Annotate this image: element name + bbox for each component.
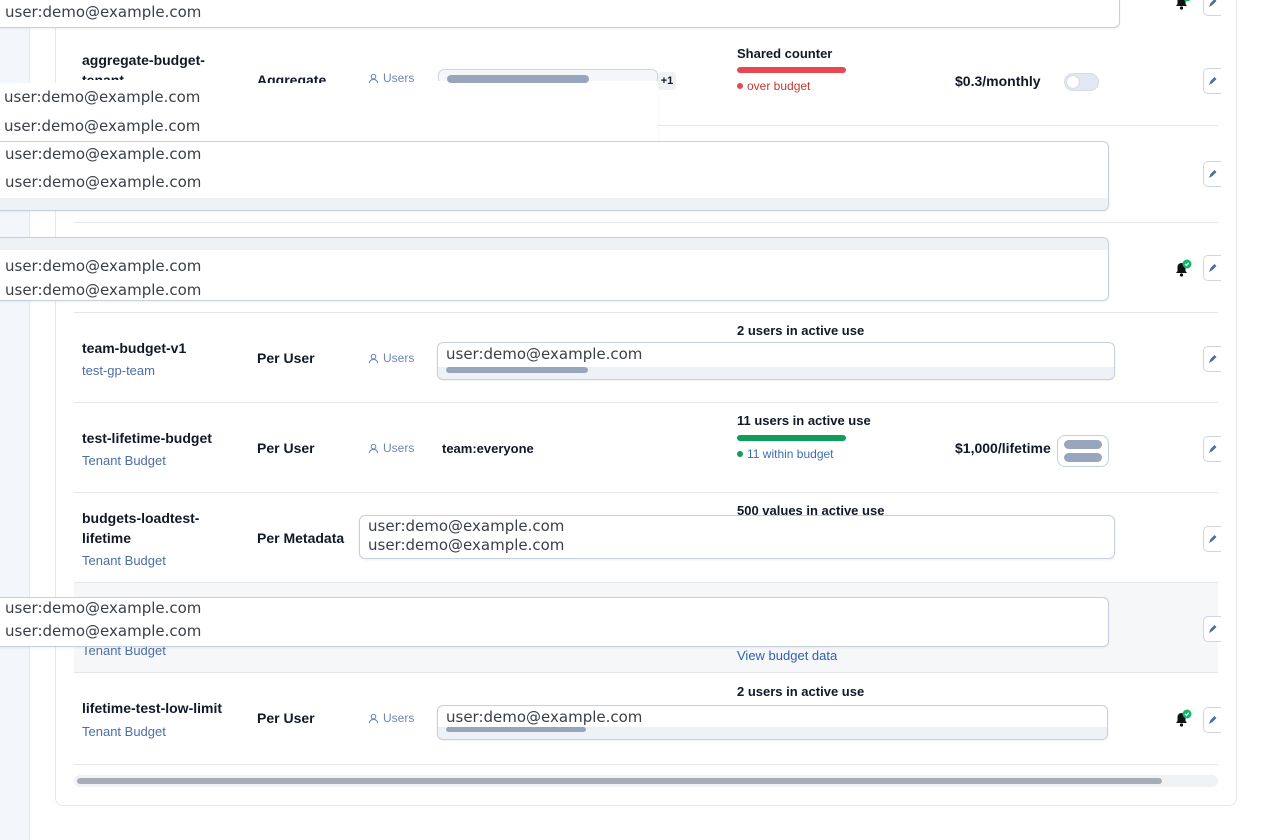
budget-type: Per Metadata: [257, 530, 345, 546]
overlay-value[interactable]: user:demo@example.com: [446, 708, 642, 726]
users-label: Users: [383, 441, 415, 455]
value-overlay[interactable]: user:demo@example.com user:demo@example.…: [0, 141, 1109, 211]
value-overlay[interactable]: user:demo@example.com: [437, 342, 1115, 380]
edit-button[interactable]: [1203, 255, 1221, 281]
edit-button[interactable]: [1203, 526, 1221, 552]
budget-name[interactable]: aggregate-budget-tenant: [82, 50, 242, 80]
users-label: Users: [383, 711, 415, 725]
budget-type: Per User: [257, 350, 315, 366]
overlay-value[interactable]: user:demo@example.com: [446, 345, 642, 363]
status-text: over budget: [747, 79, 811, 93]
usage-meter: [737, 67, 846, 73]
assignee: team:everyone: [442, 441, 534, 456]
edit-button[interactable]: [1203, 436, 1221, 462]
users-label: Users: [383, 73, 415, 83]
pencil-icon: [1208, 625, 1216, 633]
budget-status: over budget: [737, 79, 810, 93]
overlay-value[interactable]: user:demo@example.com: [5, 145, 201, 163]
pencil-icon: [1208, 716, 1216, 724]
usage-title: Shared counter: [737, 46, 833, 61]
overlay-value[interactable]: user:demo@example.com: [5, 281, 201, 299]
edit-button[interactable]: [1203, 68, 1221, 94]
right-margin: [1237, 0, 1265, 840]
value-overlay[interactable]: user:demo@example.com: [437, 705, 1108, 740]
value-overlay[interactable]: user:demo@example.com user:demo@example.…: [359, 515, 1115, 559]
bell-check-icon[interactable]: [1172, 0, 1192, 12]
usage-title: 2 users in active use: [737, 684, 865, 699]
budget-name[interactable]: team-budget-v1: [82, 338, 242, 358]
budget-toggle[interactable]: [1057, 435, 1109, 467]
budget-type: Per User: [257, 710, 315, 726]
budget-name[interactable]: test-lifetime-budget: [82, 428, 242, 448]
user-icon: [368, 353, 379, 363]
status-dot: [737, 83, 743, 89]
overlay-value[interactable]: user:demo@example.com: [5, 599, 201, 617]
user-icon: [368, 443, 379, 453]
overlay-value[interactable]: user:demo@example.com: [368, 517, 564, 535]
assignee-chip[interactable]: [438, 69, 658, 83]
usage-title: 2 users in active use: [737, 323, 865, 338]
overlay-value[interactable]: user:demo@example.com: [368, 536, 564, 554]
budget-owner[interactable]: Tenant Budget: [82, 724, 166, 739]
value-overlay[interactable]: user:demo@example.com user:demo@example.…: [0, 237, 1109, 301]
users-tag: Users: [368, 73, 414, 83]
budget-name[interactable]: budgets-loadtest-lifetime: [82, 508, 222, 548]
bell-check-icon[interactable]: [1172, 259, 1192, 279]
pencil-icon: [1208, 355, 1216, 363]
budget-status: 11 within budget: [737, 447, 834, 461]
more-assignees-badge[interactable]: +1: [658, 72, 676, 90]
user-icon: [368, 713, 379, 723]
horizontal-scrollbar[interactable]: [74, 775, 1218, 787]
edit-button[interactable]: [1203, 616, 1221, 642]
overlay-value[interactable]: user:demo@example.com: [5, 3, 201, 21]
status-text: 11 within budget: [747, 447, 834, 461]
users-tag: Users: [368, 441, 414, 455]
usage-title: 11 users in active use: [737, 413, 871, 428]
edit-button[interactable]: [1203, 707, 1221, 733]
overlay-value[interactable]: user:demo@example.com: [5, 622, 201, 640]
budget-limit: $1,000/lifetime: [955, 440, 1051, 456]
budget-toggle[interactable]: [1064, 73, 1099, 91]
edit-button[interactable]: [1203, 346, 1221, 372]
view-budget-data-link[interactable]: View budget data: [737, 648, 837, 663]
budget-type: Per User: [257, 440, 315, 456]
pencil-icon: [1208, 445, 1216, 453]
status-dot: [737, 451, 743, 457]
budget-owner[interactable]: Tenant Budget: [82, 553, 166, 568]
edit-button[interactable]: [1203, 0, 1221, 16]
budget-name[interactable]: lifetime-test-low-limit: [82, 698, 242, 718]
users-tag: Users: [368, 351, 414, 365]
budget-limit: $0.3/monthly: [955, 73, 1041, 89]
overlay-value[interactable]: user:demo@example.com: [5, 173, 201, 191]
budget-owner[interactable]: Tenant Budget: [82, 453, 166, 468]
user-icon: [368, 73, 379, 83]
overlay-value[interactable]: user:demo@example.com: [4, 88, 200, 106]
overlay-value[interactable]: user:demo@example.com: [4, 117, 200, 135]
pencil-icon: [1208, 77, 1216, 85]
pencil-icon: [1208, 170, 1216, 178]
budget-owner[interactable]: test-gp-team: [82, 363, 155, 378]
pencil-icon: [1208, 264, 1216, 272]
table-row[interactable]: test-lifetime-budget Tenant Budget Per U…: [74, 403, 1221, 493]
value-overlay[interactable]: user:demo@example.com: [0, 0, 1120, 28]
usage-meter: [737, 435, 846, 441]
value-overlay[interactable]: user:demo@example.com user:demo@example.…: [0, 597, 1109, 647]
overlay-value[interactable]: user:demo@example.com: [5, 257, 201, 275]
pencil-icon: [1208, 535, 1216, 543]
users-tag: Users: [368, 711, 414, 725]
users-label: Users: [383, 351, 415, 365]
bell-check-icon[interactable]: [1172, 709, 1192, 729]
edit-button[interactable]: [1203, 161, 1221, 187]
value-overlay[interactable]: user:demo@example.com user:demo@example.…: [0, 83, 658, 141]
scrollbar-thumb[interactable]: [77, 778, 1162, 784]
pencil-icon: [1208, 0, 1216, 7]
